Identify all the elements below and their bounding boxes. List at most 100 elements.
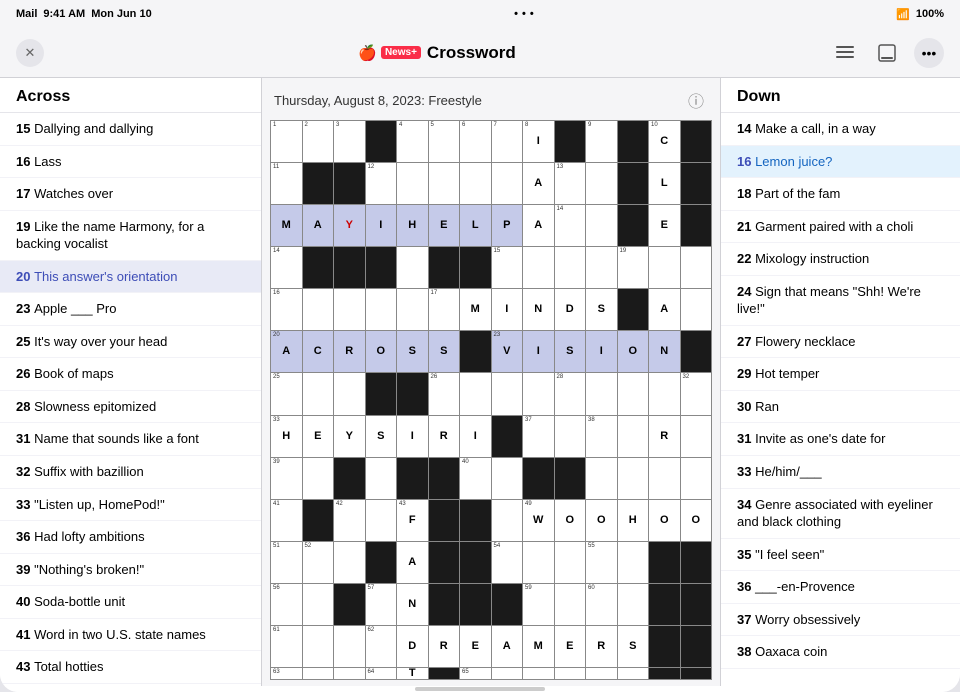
cell-8-10[interactable] [586,458,617,499]
down-clue-30[interactable]: 30 Ran [721,391,960,424]
cell-4-11[interactable] [618,289,649,330]
cell-12-8[interactable]: M [523,626,554,667]
cell-0-4[interactable]: 4 [397,121,428,162]
cell-8-12[interactable] [649,458,680,499]
cell-4-1[interactable] [303,289,334,330]
list-view-button[interactable] [830,38,860,68]
cell-9-0[interactable]: 41 [271,500,302,541]
cell-10-8[interactable] [523,542,554,583]
cell-2-3[interactable]: I [366,205,397,246]
cell-9-6[interactable] [460,500,491,541]
cell-11-2[interactable] [334,584,365,625]
cell-7-2[interactable]: Y [334,416,365,457]
cell-13-2[interactable] [334,668,365,679]
down-clue-35[interactable]: 35 "I feel seen" [721,539,960,572]
cell-4-9[interactable]: D [555,289,586,330]
cell-6-2[interactable] [334,373,365,414]
across-clue-32[interactable]: 32 Suffix with bazillion [0,456,261,489]
across-clue-33[interactable]: 33 "Listen up, HomePod!" [0,489,261,522]
across-clue-20[interactable]: 20 This answer's orientation [0,261,261,294]
cell-13-10[interactable] [586,668,617,679]
cell-10-5[interactable] [429,542,460,583]
cell-1-3[interactable]: 12 [366,163,397,204]
cell-11-8[interactable]: 59 [523,584,554,625]
down-clue-18[interactable]: 18 Part of the fam [721,178,960,211]
cell-10-9[interactable] [555,542,586,583]
cell-6-4[interactable] [397,373,428,414]
cell-6-10[interactable] [586,373,617,414]
cell-7-3[interactable]: S [366,416,397,457]
cell-9-13[interactable]: O [681,500,712,541]
cell-7-5[interactable]: R [429,416,460,457]
cell-10-4[interactable]: A [397,542,428,583]
cell-7-13[interactable] [681,416,712,457]
cell-9-2[interactable]: 42 [334,500,365,541]
cell-1-6[interactable] [460,163,491,204]
down-clue-37[interactable]: 37 Worry obsessively [721,604,960,637]
cell-13-12[interactable] [649,668,680,679]
down-clue-38[interactable]: 38 Oaxaca coin [721,636,960,669]
cell-3-10[interactable] [586,247,617,288]
cell-1-5[interactable] [429,163,460,204]
down-clue-22[interactable]: 22 Mixology instruction [721,243,960,276]
cell-3-5[interactable] [429,247,460,288]
cell-9-12[interactable]: O [649,500,680,541]
down-clue-24[interactable]: 24 Sign that means "Shh! We're live!" [721,276,960,326]
across-clue-39[interactable]: 39 "Nothing's broken!" [0,554,261,587]
cell-13-11[interactable] [618,668,649,679]
cell-13-1[interactable] [303,668,334,679]
cell-9-5[interactable] [429,500,460,541]
cell-8-11[interactable] [618,458,649,499]
cell-8-13[interactable] [681,458,712,499]
cell-1-7[interactable] [492,163,523,204]
cell-12-1[interactable] [303,626,334,667]
cell-12-0[interactable]: 61 [271,626,302,667]
cell-11-3[interactable]: 57 [366,584,397,625]
across-clue-19[interactable]: 19 Like the name Harmony, for a backing … [0,211,261,261]
across-clue-36[interactable]: 36 Had lofty ambitions [0,521,261,554]
cell-13-3[interactable]: 64 [366,668,397,679]
cell-12-9[interactable]: E [555,626,586,667]
cell-5-6[interactable] [460,331,491,372]
cell-10-11[interactable] [618,542,649,583]
cell-5-9[interactable]: S [555,331,586,372]
cell-5-12[interactable]: N [649,331,680,372]
cell-5-1[interactable]: C [303,331,334,372]
cell-0-7[interactable]: 7 [492,121,523,162]
cell-4-3[interactable] [366,289,397,330]
cell-8-0[interactable]: 39 [271,458,302,499]
cell-3-3[interactable] [366,247,397,288]
cell-7-9[interactable] [555,416,586,457]
cell-1-13[interactable] [681,163,712,204]
cell-4-5[interactable]: 17 [429,289,460,330]
down-clue-21[interactable]: 21 Garment paired with a choli [721,211,960,244]
cell-6-13[interactable]: 32 [681,373,712,414]
cell-9-8[interactable]: 49W [523,500,554,541]
cell-4-7[interactable]: I [492,289,523,330]
cell-9-9[interactable]: O [555,500,586,541]
cell-12-13[interactable] [681,626,712,667]
cell-11-6[interactable] [460,584,491,625]
cell-12-11[interactable]: S [618,626,649,667]
cell-6-11[interactable] [618,373,649,414]
down-clue-33[interactable]: 33 He/him/___ [721,456,960,489]
cell-13-0[interactable]: 63 [271,668,302,679]
cell-6-7[interactable] [492,373,523,414]
across-clue-25[interactable]: 25 It's way over your head [0,326,261,359]
cell-4-0[interactable]: 16 [271,289,302,330]
cell-5-8[interactable]: I [523,331,554,372]
cell-13-8[interactable] [523,668,554,679]
down-clue-31[interactable]: 31 Invite as one's date for [721,423,960,456]
cell-7-6[interactable]: I [460,416,491,457]
cell-3-7[interactable]: 15 [492,247,523,288]
cell-7-1[interactable]: E [303,416,334,457]
cell-10-13[interactable] [681,542,712,583]
cell-2-6[interactable]: L [460,205,491,246]
cell-5-3[interactable]: O [366,331,397,372]
cell-1-0[interactable]: 11 [271,163,302,204]
cell-13-6[interactable]: 65 [460,668,491,679]
cell-7-10[interactable]: 38 [586,416,617,457]
cell-10-1[interactable]: 52 [303,542,334,583]
cell-3-9[interactable] [555,247,586,288]
cell-6-6[interactable] [460,373,491,414]
